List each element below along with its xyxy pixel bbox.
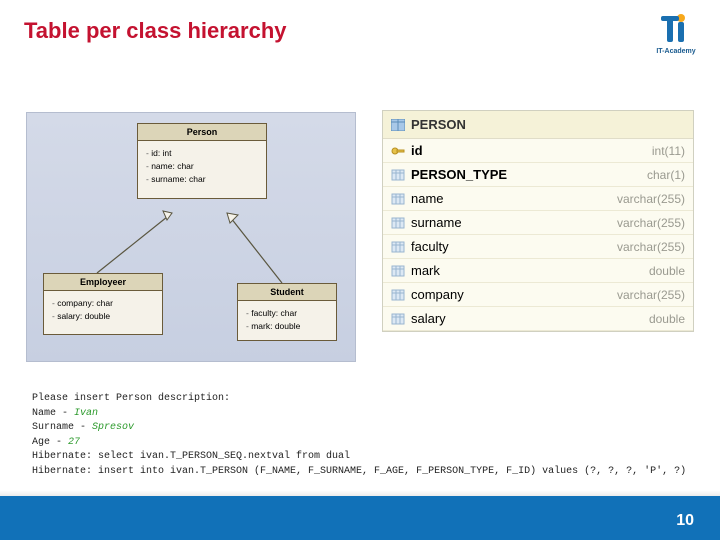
logo: IT-Academy (656, 12, 696, 56)
uml-diagram: Person id: int name: char surname: char … (26, 112, 356, 362)
slide-title: Table per class hierarchy (24, 18, 287, 44)
db-column-type: double (649, 264, 685, 278)
class-student-field: faculty: char (246, 307, 328, 320)
column-icon (391, 265, 405, 277)
db-column-name: surname (411, 215, 462, 230)
db-column-name: salary (411, 311, 446, 326)
db-column-name: PERSON_TYPE (411, 167, 507, 182)
db-column-row: id int(11) (383, 139, 693, 163)
class-employer-title: Employeer (44, 274, 162, 291)
column-icon (391, 241, 405, 253)
db-column-row: salary double (383, 307, 693, 331)
db-column-row: surname varchar(255) (383, 211, 693, 235)
db-column-row: mark double (383, 259, 693, 283)
db-column-type: int(11) (652, 144, 685, 158)
db-column-type: varchar(255) (617, 288, 685, 302)
key-icon (391, 145, 405, 157)
db-column-name: faculty (411, 239, 449, 254)
footer-bar: 10 (0, 496, 720, 540)
db-column-type: varchar(255) (617, 192, 685, 206)
db-column-row: PERSON_TYPE char(1) (383, 163, 693, 187)
db-column-name: company (411, 287, 464, 302)
db-column-type: char(1) (647, 168, 685, 182)
db-table-header: PERSON (383, 111, 693, 139)
class-student-field: mark: double (246, 320, 328, 333)
console-output: Please insert Person description: Name -… (32, 392, 692, 479)
db-column-row: faculty varchar(255) (383, 235, 693, 259)
column-icon (391, 193, 405, 205)
db-table: PERSON id int(11) PERSON_TYPE char(1) name va… (382, 110, 694, 332)
class-student-title: Student (238, 284, 336, 301)
db-column-name: id (411, 143, 423, 158)
column-icon (391, 217, 405, 229)
db-column-row: company varchar(255) (383, 283, 693, 307)
page-number: 10 (676, 512, 694, 530)
class-employer-field: salary: double (52, 310, 154, 323)
table-icon (391, 119, 405, 131)
class-student: Student faculty: char mark: double (237, 283, 337, 341)
db-column-name: mark (411, 263, 440, 278)
db-column-name: name (411, 191, 444, 206)
db-column-row: name varchar(255) (383, 187, 693, 211)
class-employer-field: company: char (52, 297, 154, 310)
db-column-type: varchar(255) (617, 240, 685, 254)
column-icon (391, 289, 405, 301)
class-employer: Employeer company: char salary: double (43, 273, 163, 335)
logo-text: IT-Academy (656, 48, 696, 55)
db-column-type: double (649, 312, 685, 326)
column-icon (391, 169, 405, 181)
db-column-type: varchar(255) (617, 216, 685, 230)
column-icon (391, 313, 405, 325)
